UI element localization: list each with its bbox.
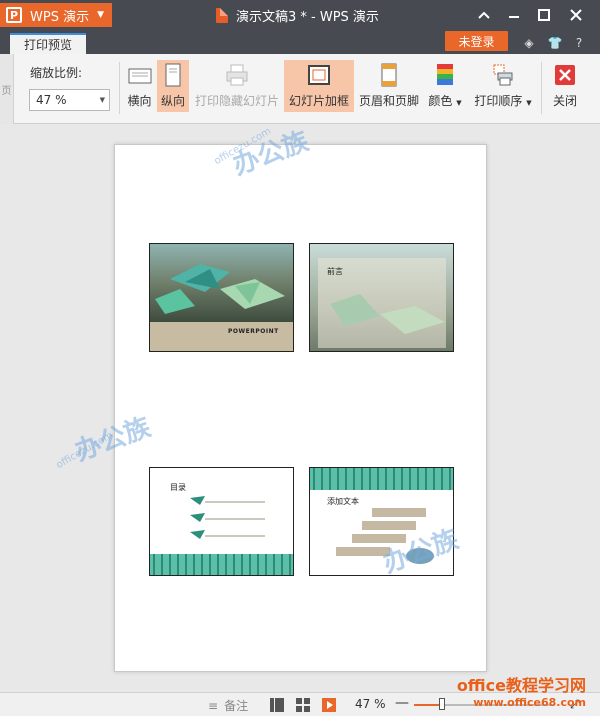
print-hidden-slides-button[interactable]: 打印隐藏幻灯片 <box>194 60 280 112</box>
portrait-label: 纵向 <box>160 94 185 108</box>
print-preview-toolbar: 页 缩放比例: 47 % ▼ 横向 纵向 打印隐藏幻灯片 幻灯片加框 页眉和页脚 <box>0 54 600 124</box>
wps-logo-icon: P <box>6 7 22 23</box>
close-icon <box>570 9 582 21</box>
slide-thumbnail-3[interactable]: 目录 <box>149 467 294 576</box>
close-label: 关闭 <box>552 94 577 108</box>
side-collapse-label: 页 <box>1 85 12 97</box>
print-order-dropdown[interactable]: 打印顺序 ▼ <box>471 60 535 112</box>
side-collapse-tab[interactable]: 页 <box>0 54 14 124</box>
slide-3-title: 目录 <box>170 483 186 492</box>
faded-boats-image <box>310 244 453 351</box>
close-window-button[interactable] <box>565 4 587 26</box>
color-label: 颜色 ▼ <box>428 94 462 108</box>
document-title: 演示文稿3 * - WPS 演示 <box>216 6 379 25</box>
slide-sorter-icon[interactable] <box>296 698 310 712</box>
shirt-icon[interactable]: 👕 <box>546 36 564 50</box>
skin-icon[interactable]: ◈ <box>520 36 538 50</box>
color-palette-icon <box>433 63 457 87</box>
chevron-down-icon: ▼ <box>97 10 104 20</box>
chevron-down-icon: ▼ <box>99 96 105 104</box>
slideshow-icon[interactable] <box>322 698 336 712</box>
ribbon-tab-row: 打印预览 <box>0 30 600 54</box>
header-footer-button[interactable]: 页眉和页脚 <box>358 60 420 112</box>
frame-icon <box>307 63 331 87</box>
close-preview-button[interactable]: 关闭 <box>549 60 581 112</box>
portrait-page-icon <box>161 63 185 87</box>
slide-4-title: 添加文本 <box>327 497 359 506</box>
site-watermark-url: www.office68.com <box>473 696 586 709</box>
slide-thumbnail-1[interactable]: POWERPOINT <box>149 243 294 352</box>
slide-2-title: 前言 <box>327 267 343 276</box>
app-menu-button[interactable]: P WPS 演示 ▼ <box>0 3 112 27</box>
notes-icon: ≡ <box>208 698 219 713</box>
login-button[interactable]: 未登录 <box>445 31 508 51</box>
portrait-button[interactable]: 纵向 <box>157 60 189 112</box>
text-blocks-layout <box>310 468 453 564</box>
status-zoom-value: 47 % <box>355 697 386 711</box>
zoom-select-value: 47 % <box>36 93 67 107</box>
toolbar-separator <box>541 62 542 114</box>
slide-1-text: POWERPOINT <box>228 328 279 335</box>
zoom-slider-fill <box>414 704 442 706</box>
close-icon <box>553 63 577 87</box>
maximize-button[interactable] <box>533 4 555 26</box>
help-icon[interactable]: ? <box>570 36 588 50</box>
site-watermark: office教程学习网 www.office68.com <box>457 672 586 709</box>
zoom-select[interactable]: 47 % ▼ <box>29 89 110 111</box>
app-menu-label: WPS 演示 <box>30 9 90 25</box>
print-page: POWERPOINT 前言 目录 添加文本 办公族 officezu.com 办… <box>55 126 487 672</box>
print-order-icon <box>491 63 515 87</box>
minimize-button[interactable] <box>503 4 525 26</box>
landscape-label: 横向 <box>127 94 152 108</box>
header-footer-icon <box>377 63 401 87</box>
notes-button[interactable]: ≡ 备注 <box>208 697 248 714</box>
maximize-icon <box>538 9 550 21</box>
slide-thumbnail-4[interactable]: 添加文本 <box>309 467 454 576</box>
zoom-label: 缩放比例: <box>30 66 83 80</box>
color-dropdown[interactable]: 颜色 ▼ <box>426 60 464 112</box>
tab-print-preview[interactable]: 打印预览 <box>10 33 86 54</box>
print-hidden-slides-label: 打印隐藏幻灯片 <box>194 94 279 108</box>
print-order-label: 打印顺序 ▼ <box>474 94 532 108</box>
slide-thumbnail-2[interactable]: 前言 <box>309 243 454 352</box>
toolbar-separator <box>119 62 120 114</box>
frame-slides-label: 幻灯片加框 <box>288 94 349 108</box>
landscape-page-icon <box>128 63 152 87</box>
zoom-slider-handle[interactable] <box>439 698 445 710</box>
printer-icon <box>225 63 249 87</box>
collapse-ribbon-button[interactable] <box>473 4 495 26</box>
title-bar: P WPS 演示 ▼ 演示文稿3 * - WPS 演示 <box>0 0 600 30</box>
presentation-file-icon <box>216 8 228 23</box>
notes-label: 备注 <box>224 699 249 713</box>
landscape-button[interactable]: 横向 <box>124 60 155 112</box>
normal-view-icon[interactable] <box>270 698 284 712</box>
chevron-up-icon <box>478 11 490 19</box>
zoom-out-button[interactable]: — <box>395 695 409 711</box>
header-footer-label: 页眉和页脚 <box>358 94 419 108</box>
document-title-text: 演示文稿3 * - WPS 演示 <box>236 10 379 25</box>
site-watermark-title: office教程学习网 <box>456 676 586 695</box>
minimize-icon <box>509 16 519 18</box>
frame-slides-button[interactable]: 幻灯片加框 <box>284 60 354 112</box>
